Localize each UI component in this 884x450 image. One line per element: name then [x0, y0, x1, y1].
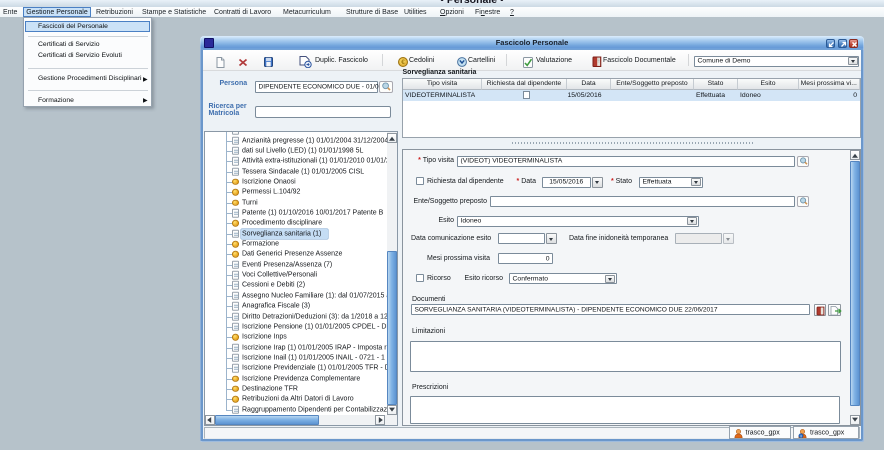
svg-text:i: i: [800, 433, 801, 438]
svg-text:€: €: [401, 59, 405, 66]
